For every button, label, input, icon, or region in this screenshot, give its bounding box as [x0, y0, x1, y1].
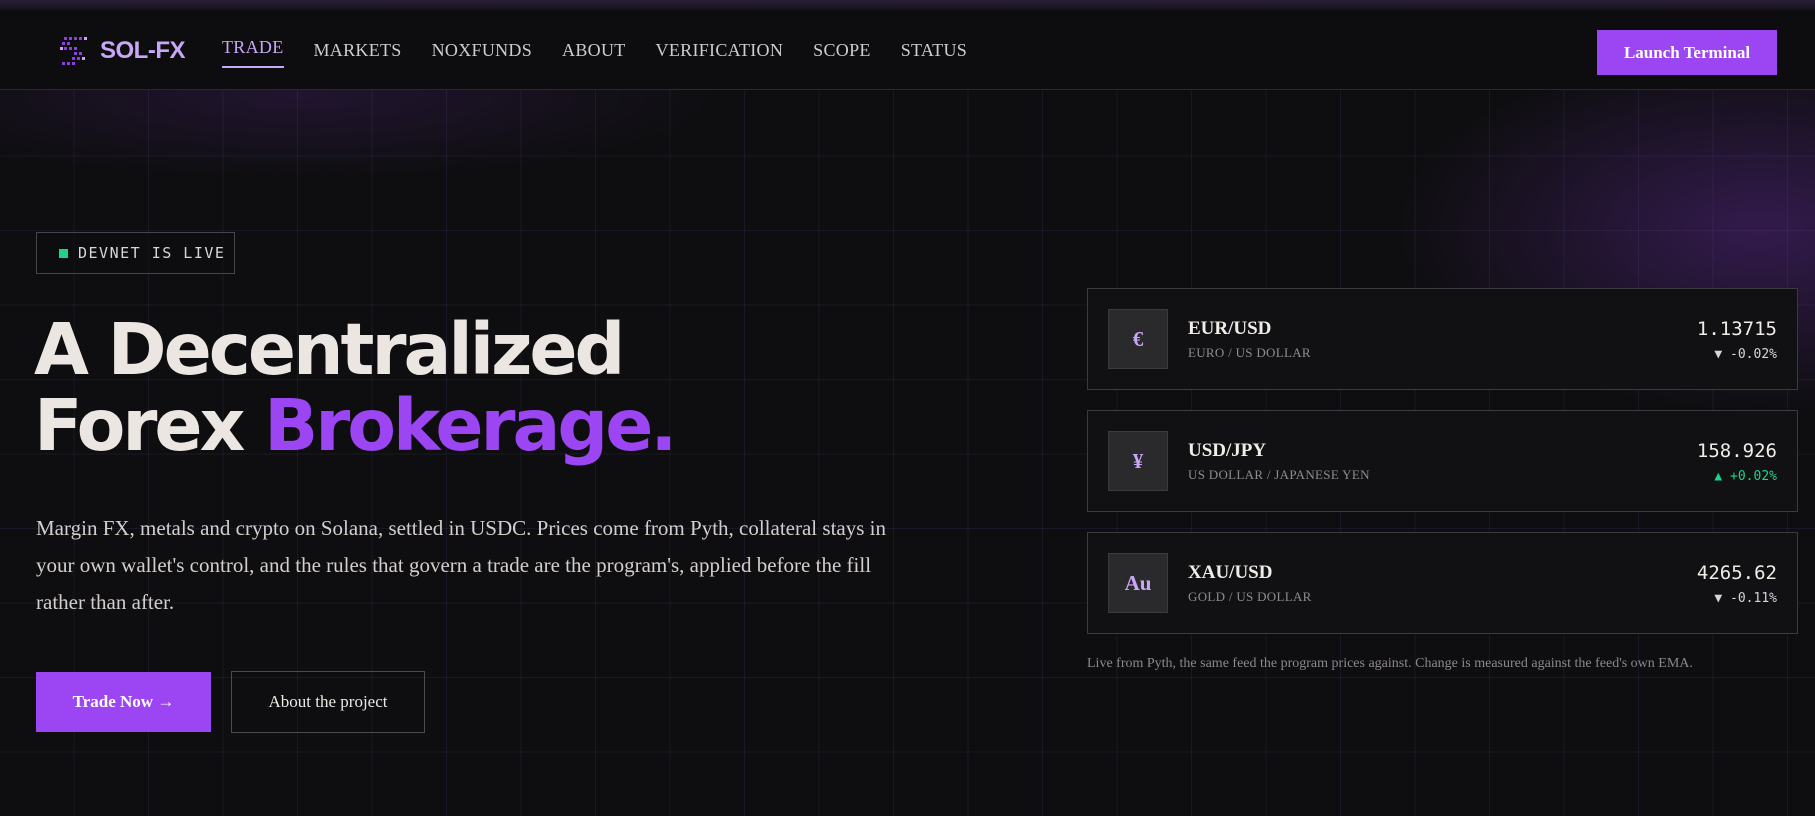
nav-link-noxfunds[interactable]: NOXFUNDS — [432, 40, 532, 61]
rate-change: ▲ +0.02% — [1714, 469, 1777, 484]
headline-line-2-accent: Brokerage. — [264, 384, 677, 467]
rates-panel: € EUR/USD EURO / US DOLLAR 1.13715 ▼ -0.… — [1087, 288, 1798, 654]
rate-pair-name: GOLD / US DOLLAR — [1188, 589, 1312, 604]
devnet-status-text: DEVNET IS LIVE — [78, 244, 226, 262]
gold-icon: Au — [1108, 553, 1168, 613]
top-strip — [0, 0, 1815, 10]
trade-now-button[interactable]: Trade Now → — [36, 672, 211, 732]
rate-price: 4265.62 — [1696, 562, 1777, 584]
rate-pair: EUR/USD — [1188, 318, 1272, 339]
nav-link-trade[interactable]: TRADE — [222, 37, 284, 68]
rate-pair: XAU/USD — [1188, 562, 1273, 583]
live-status-icon — [59, 248, 68, 258]
nav-link-about[interactable]: ABOUT — [562, 40, 626, 61]
rate-change: ▼ -0.11% — [1714, 591, 1777, 606]
brand-name: SOL-FX — [100, 37, 186, 64]
top-navigation: SOL-FX TRADE MARKETS NOXFUNDS ABOUT VERI… — [0, 10, 1815, 90]
rate-pair: USD/JPY — [1188, 440, 1267, 461]
euro-icon: € — [1108, 309, 1168, 369]
nav-link-markets[interactable]: MARKETS — [314, 40, 402, 61]
nav-links: TRADE MARKETS NOXFUNDS ABOUT VERIFICATIO… — [222, 10, 997, 90]
devnet-status-badge: DEVNET IS LIVE — [36, 232, 235, 274]
solana-dots-logo-icon — [60, 37, 87, 65]
rate-card-usdjpy[interactable]: ¥ USD/JPY US DOLLAR / JAPANESE YEN 158.9… — [1087, 410, 1798, 512]
rate-pair-name: EURO / US DOLLAR — [1188, 345, 1311, 360]
launch-terminal-button[interactable]: Launch Terminal — [1597, 30, 1777, 75]
rates-footnote: Live from Pyth, the same feed the progra… — [1087, 656, 1693, 671]
nav-link-scope[interactable]: SCOPE — [813, 40, 871, 61]
brand-logo[interactable]: SOL-FX — [58, 34, 186, 68]
nav-link-verification[interactable]: VERIFICATION — [656, 40, 784, 61]
rate-price: 1.13715 — [1696, 318, 1777, 340]
rate-pair-name: US DOLLAR / JAPANESE YEN — [1188, 467, 1370, 482]
rate-price: 158.926 — [1696, 440, 1777, 462]
rate-card-eurusd[interactable]: € EUR/USD EURO / US DOLLAR 1.13715 ▼ -0.… — [1087, 288, 1798, 390]
page: SOL-FX TRADE MARKETS NOXFUNDS ABOUT VERI… — [0, 0, 1815, 816]
about-project-button[interactable]: About the project — [231, 671, 425, 733]
hero-headline: A Decentralized Forex Brokerage. — [34, 312, 677, 467]
headline-line-2-plain: Forex — [34, 384, 265, 467]
hero-description: Margin FX, metals and crypto on Solana, … — [36, 516, 886, 614]
headline-line-1: A Decentralized — [34, 308, 625, 391]
yen-icon: ¥ — [1108, 431, 1168, 491]
rate-change: ▼ -0.02% — [1714, 347, 1777, 362]
rate-card-xauusd[interactable]: Au XAU/USD GOLD / US DOLLAR 4265.62 ▼ -0… — [1087, 532, 1798, 634]
nav-link-status[interactable]: STATUS — [901, 40, 967, 61]
